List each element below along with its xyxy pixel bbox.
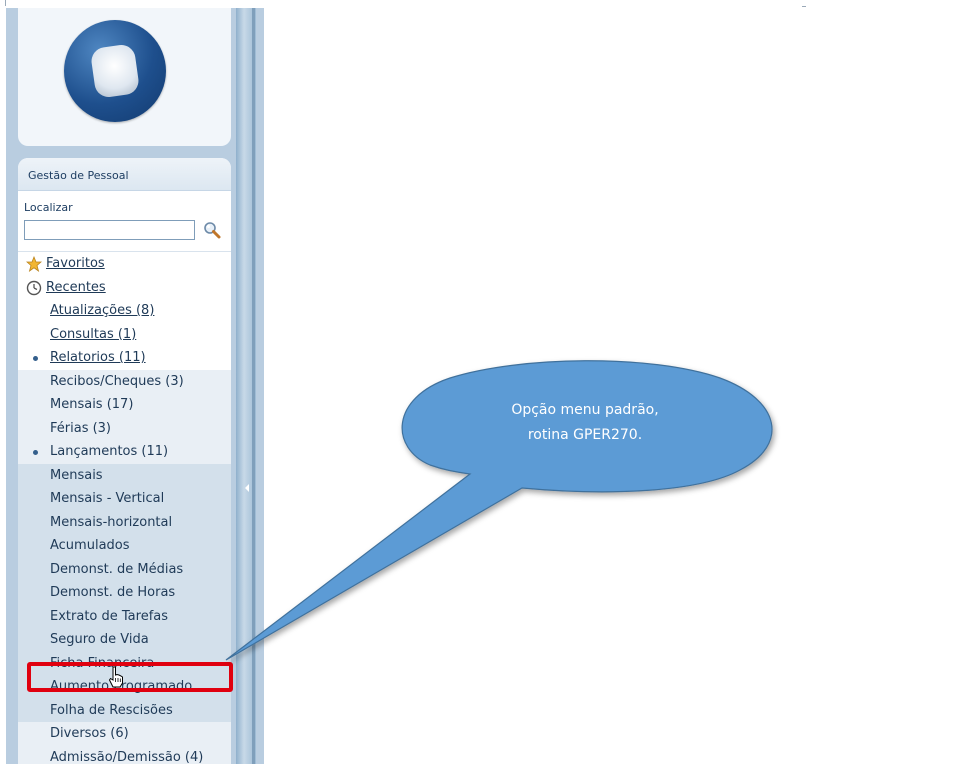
menu-item[interactable]: Seguro de Vida xyxy=(18,628,231,652)
menu-item-label: Diversos (6) xyxy=(50,726,129,741)
search-icon[interactable] xyxy=(202,220,222,240)
search-row xyxy=(18,217,231,252)
menu-item[interactable]: Folha de Rescisões xyxy=(18,698,231,722)
hand-cursor-icon xyxy=(108,666,123,688)
menu-item[interactable]: Mensais xyxy=(18,463,231,487)
search-label: Localizar xyxy=(24,201,73,214)
clock-icon xyxy=(26,280,42,295)
menu-item[interactable]: Recentes xyxy=(18,275,231,299)
app-logo-inner xyxy=(89,43,141,99)
menu-item-label: Lançamentos (11) xyxy=(50,444,169,459)
menu-item[interactable]: Favoritos xyxy=(18,252,231,276)
top-left-mark xyxy=(5,0,6,6)
menu-item[interactable]: Recibos/Cheques (3) xyxy=(18,369,231,393)
menu-item[interactable]: Diversos (6) xyxy=(18,722,231,746)
right-blank-area xyxy=(806,0,956,764)
callout-line-2: rotina GPER270. xyxy=(527,427,643,443)
menu-item[interactable]: Consultas (1) xyxy=(18,322,231,346)
highlight-box xyxy=(27,662,233,692)
expanded-bullet-icon xyxy=(33,450,38,455)
menu-item-label: Mensais-horizontal xyxy=(50,514,173,530)
menu-item[interactable]: Admissão/Demissão (4) xyxy=(18,745,231,764)
menu-item-label: Consultas (1) xyxy=(50,326,137,342)
menu-item-label: Atualizações (8) xyxy=(50,303,155,318)
menu-item-label: Recentes xyxy=(46,279,106,295)
callout-line-1: Opção menu padrão, xyxy=(511,402,659,418)
menu-item-label: Acumulados xyxy=(50,538,130,553)
menu-item[interactable]: Extrato de Tarefas xyxy=(18,604,231,628)
menu-item[interactable]: Férias (3) xyxy=(18,416,231,440)
menu-item-label: Demonst. de Médias xyxy=(50,561,184,577)
sidebar: Gestão de Pessoal Localizar Favoritos Rec… xyxy=(6,8,264,764)
menu-item-label: Recibos/Cheques (3) xyxy=(50,373,184,389)
menu-item-label: Mensais - Vertical xyxy=(50,491,165,506)
menu-item-label: Favoritos xyxy=(46,256,105,271)
menu-item-label: Extrato de Tarefas xyxy=(50,608,169,624)
menu-item-label: Seguro de Vida xyxy=(50,632,149,647)
menu-item-label: Relatorios (11) xyxy=(50,350,146,365)
menu-item-label: Férias (3) xyxy=(50,420,112,436)
menu-item[interactable]: Demonst. de Médias xyxy=(18,557,231,581)
menu-item-label: Mensais (17) xyxy=(50,397,134,412)
menu-item-label: Folha de Rescisões xyxy=(50,702,173,718)
menu-item[interactable]: Relatorios (11) xyxy=(18,346,231,370)
menu-item[interactable]: Lançamentos (11) xyxy=(18,440,231,464)
menu-item[interactable]: Demonst. de Horas xyxy=(18,581,231,605)
menu-item[interactable]: Atualizações (8) xyxy=(18,299,231,323)
star-icon xyxy=(26,256,42,272)
menu-item[interactable]: Mensais-horizontal xyxy=(18,510,231,534)
menu-item[interactable]: Mensais - Vertical xyxy=(18,487,231,511)
search-input[interactable] xyxy=(24,220,195,240)
menu-item[interactable]: Acumulados xyxy=(18,534,231,558)
collapse-arrow-icon[interactable] xyxy=(245,484,249,492)
menu-item-label: Admissão/Demissão (4) xyxy=(50,749,204,764)
callout-text: Opção menu padrão, rotina GPER270. xyxy=(425,398,745,448)
menu-item[interactable]: Mensais (17) xyxy=(18,393,231,417)
module-title: Gestão de Pessoal xyxy=(18,158,231,191)
logo-panel xyxy=(18,8,231,146)
app-logo-icon xyxy=(64,20,166,122)
menu-item-label: Demonst. de Horas xyxy=(50,585,176,600)
sidebar-splitter-line xyxy=(252,8,255,764)
menu-item-label: Mensais xyxy=(50,467,103,483)
expanded-bullet-icon xyxy=(33,356,38,361)
